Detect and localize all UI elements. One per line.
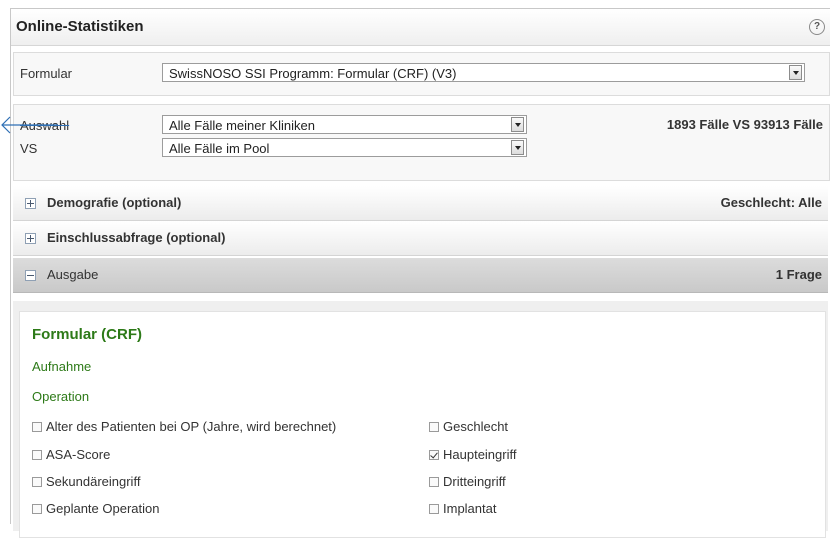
chevron-down-icon[interactable]: [789, 65, 802, 80]
section-summary: Geschlecht: Alle: [720, 195, 822, 210]
checkbox-dritteingriff[interactable]: Dritteingriff: [429, 474, 506, 489]
checkbox-label: ASA-Score: [46, 447, 111, 462]
checkbox-label: Implantat: [443, 501, 497, 516]
form-select[interactable]: SwissNOSO SSI Programm: Formular (CRF) (…: [162, 63, 805, 82]
section-title: Ausgabe: [47, 267, 99, 282]
page-title: Online-Statistiken: [16, 18, 144, 35]
form-label: Formular: [20, 66, 73, 81]
group-aufnahme[interactable]: Aufnahme: [32, 359, 91, 374]
checkbox-box[interactable]: [32, 449, 42, 460]
checkbox-label: Alter des Patienten bei OP (Jahre, wird …: [46, 419, 337, 434]
checkbox-box[interactable]: [429, 503, 439, 514]
group-operation[interactable]: Operation: [32, 389, 89, 404]
checkbox-box[interactable]: [32, 476, 42, 487]
vs-label: VS: [20, 141, 38, 156]
checkbox-alter[interactable]: Alter des Patienten bei OP (Jahre, wird …: [32, 419, 336, 434]
checkbox-implantat[interactable]: Implantat: [429, 501, 496, 516]
selection-box: Auswahl Alle Fälle meiner Kliniken VS Al…: [13, 104, 830, 181]
chevron-down-icon[interactable]: [511, 117, 524, 132]
statistics-panel: Online-Statistiken ? Formular SwissNOSO …: [10, 8, 830, 538]
vs-select[interactable]: Alle Fälle im Pool: [162, 138, 527, 157]
annotation-arrow-icon: [1, 116, 58, 134]
checkbox-haupteingriff[interactable]: Haupteingriff: [429, 447, 516, 462]
section-title: Einschlussabfrage (optional): [47, 230, 226, 245]
form-select-value: SwissNOSO SSI Programm: Formular (CRF) (…: [169, 66, 457, 81]
checkbox-box[interactable]: [429, 476, 439, 487]
expand-icon[interactable]: [25, 198, 36, 209]
checkbox-sekundaereingriff[interactable]: Sekundäreingriff: [32, 474, 140, 489]
chevron-down-icon[interactable]: [511, 140, 524, 155]
section-ausgabe[interactable]: Ausgabe 1 Frage: [13, 258, 828, 293]
help-icon[interactable]: ?: [809, 19, 825, 35]
form-selector-box: Formular SwissNOSO SSI Programm: Formula…: [13, 52, 830, 96]
checkbox-box[interactable]: [32, 421, 42, 432]
checkbox-label: Haupteingriff: [443, 447, 517, 462]
output-content: Formular (CRF) Aufnahme Operation Alter …: [19, 311, 826, 538]
expand-icon[interactable]: [25, 233, 36, 244]
collapse-icon[interactable]: [25, 270, 36, 281]
section-demografie[interactable]: Demografie (optional) Geschlecht: Alle: [13, 186, 828, 221]
checkbox-asa-score[interactable]: ASA-Score: [32, 447, 110, 462]
checkbox-label: Dritteingriff: [443, 474, 506, 489]
checkbox-box[interactable]: [32, 503, 42, 514]
checkbox-geschlecht[interactable]: Geschlecht: [429, 419, 508, 434]
output-heading: Formular (CRF): [32, 326, 142, 343]
case-count: 1893 Fälle VS 93913 Fälle: [666, 117, 823, 132]
auswahl-select[interactable]: Alle Fälle meiner Kliniken: [162, 115, 527, 134]
section-title: Demografie (optional): [47, 195, 182, 210]
checkbox-geplante-operation[interactable]: Geplante Operation: [32, 501, 159, 516]
checkbox-label: Geschlecht: [443, 419, 509, 434]
auswahl-select-value: Alle Fälle meiner Kliniken: [169, 118, 315, 133]
checkbox-label: Sekundäreingriff: [46, 474, 141, 489]
checkbox-box[interactable]: [429, 421, 439, 432]
section-einschlussabfrage[interactable]: Einschlussabfrage (optional): [13, 221, 828, 256]
section-summary: 1 Frage: [775, 267, 822, 282]
checkbox-box-checked[interactable]: [429, 449, 439, 460]
output-panel: Formular (CRF) Aufnahme Operation Alter …: [13, 301, 828, 538]
checkbox-label: Geplante Operation: [46, 501, 160, 516]
title-bar: Online-Statistiken ?: [11, 9, 830, 46]
vs-select-value: Alle Fälle im Pool: [169, 141, 270, 156]
